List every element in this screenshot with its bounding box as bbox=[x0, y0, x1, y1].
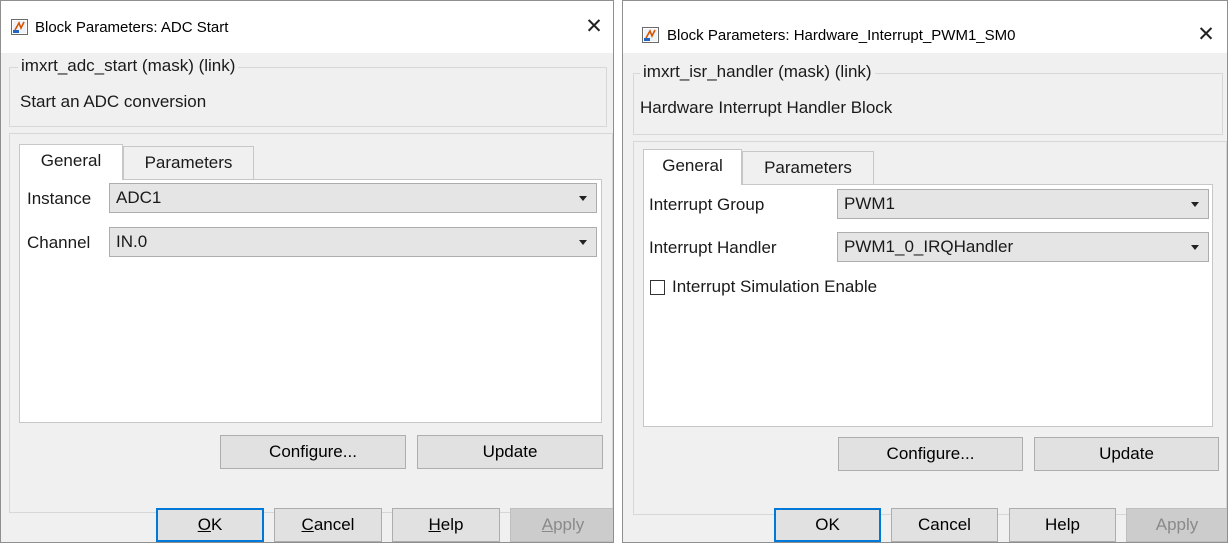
tab-panel: Instance ADC1 Channel IN.0 bbox=[19, 179, 602, 423]
update-button[interactable]: Update bbox=[1034, 437, 1219, 471]
update-button[interactable]: Update bbox=[417, 435, 603, 469]
interrupt-group-select[interactable]: PWM1 bbox=[837, 189, 1209, 219]
ok-button[interactable]: OK bbox=[774, 508, 881, 542]
interrupt-handler-label: Interrupt Handler bbox=[649, 238, 777, 257]
chevron-down-icon bbox=[1191, 202, 1199, 207]
apply-button[interactable]: Apply bbox=[1126, 508, 1227, 542]
instance-select[interactable]: ADC1 bbox=[109, 183, 597, 213]
apply-button[interactable]: Apply bbox=[510, 508, 613, 542]
help-button[interactable]: Help bbox=[1009, 508, 1116, 542]
simulink-block-icon bbox=[11, 19, 28, 35]
mask-group-title: imxrt_adc_start (mask) (link) bbox=[18, 56, 239, 76]
chevron-down-icon bbox=[1191, 245, 1199, 250]
tab-parameters[interactable]: Parameters bbox=[123, 146, 254, 180]
channel-value: IN.0 bbox=[116, 232, 148, 251]
channel-label: Channel bbox=[27, 233, 91, 252]
title-bar: Block Parameters: ADC Start ✕ bbox=[1, 1, 613, 53]
instance-value: ADC1 bbox=[116, 188, 162, 207]
hardware-interrupt-dialog: Block Parameters: Hardware_Interrupt_PWM… bbox=[622, 0, 1228, 543]
tab-general[interactable]: General bbox=[19, 144, 123, 180]
ok-button[interactable]: OK bbox=[156, 508, 264, 542]
tab-general[interactable]: General bbox=[643, 149, 742, 185]
chevron-down-icon bbox=[579, 196, 587, 201]
interrupt-handler-select[interactable]: PWM1_0_IRQHandler bbox=[837, 232, 1209, 262]
dialog-title: Block Parameters: Hardware_Interrupt_PWM… bbox=[667, 27, 1016, 44]
channel-select[interactable]: IN.0 bbox=[109, 227, 597, 257]
mask-description-group: imxrt_isr_handler (mask) (link) Hardware… bbox=[633, 62, 1223, 135]
block-description: Start an ADC conversion bbox=[20, 92, 207, 111]
close-icon[interactable]: ✕ bbox=[580, 13, 608, 41]
block-description: Hardware Interrupt Handler Block bbox=[640, 98, 893, 117]
cancel-button[interactable]: Cancel bbox=[891, 508, 998, 542]
interrupt-simulation-label: Interrupt Simulation Enable bbox=[672, 277, 878, 296]
mask-description-group: imxrt_adc_start (mask) (link) Start an A… bbox=[9, 56, 607, 127]
close-icon[interactable]: ✕ bbox=[1192, 21, 1220, 49]
configure-button[interactable]: Configure... bbox=[838, 437, 1023, 471]
chevron-down-icon bbox=[579, 240, 587, 245]
title-bar: Block Parameters: Hardware_Interrupt_PWM… bbox=[623, 1, 1227, 53]
cancel-button[interactable]: Cancel bbox=[274, 508, 382, 542]
interrupt-group-value: PWM1 bbox=[844, 194, 895, 213]
interrupt-handler-value: PWM1_0_IRQHandler bbox=[844, 237, 1014, 256]
configure-button[interactable]: Configure... bbox=[220, 435, 406, 469]
tab-parameters[interactable]: Parameters bbox=[742, 151, 874, 185]
tab-panel: Interrupt Group PWM1 Interrupt Handler P… bbox=[643, 184, 1213, 427]
mask-group-title: imxrt_isr_handler (mask) (link) bbox=[640, 62, 875, 82]
instance-label: Instance bbox=[27, 189, 92, 208]
dialog-title: Block Parameters: ADC Start bbox=[35, 19, 229, 36]
interrupt-simulation-checkbox[interactable] bbox=[650, 280, 665, 295]
adc-start-dialog: Block Parameters: ADC Start ✕ imxrt_adc_… bbox=[0, 0, 614, 543]
simulink-block-icon bbox=[642, 27, 659, 43]
help-button[interactable]: Help bbox=[392, 508, 500, 542]
interrupt-group-label: Interrupt Group bbox=[649, 195, 765, 214]
